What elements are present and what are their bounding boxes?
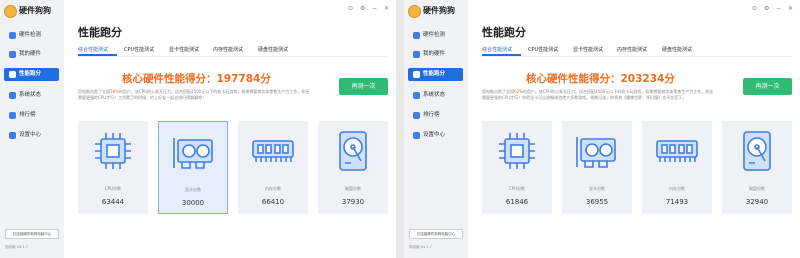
cpu-score-card[interactable]: CPU分数 63444 — [78, 121, 148, 214]
card-label: 显卡分数 — [185, 187, 201, 192]
gpu-icon — [576, 137, 616, 168]
user-icon[interactable]: ⊙ — [752, 5, 757, 13]
app-logo-icon — [4, 5, 17, 18]
gpu-score-card[interactable]: 显卡分数 30000 — [158, 121, 228, 214]
memory-score-card[interactable]: 内存分数 66410 — [238, 121, 308, 214]
hardware-detect-icon — [9, 32, 16, 39]
card-label: 磁盘分数 — [749, 186, 765, 191]
app-title: 硬件狗狗 — [19, 6, 51, 15]
card-label: 内存分数 — [669, 186, 685, 191]
benchmark-window-2: 硬件狗狗 硬件检测 我的硬件 性能跑分 系统状态 排行榜 设置中心 已连接硬件狗… — [404, 0, 800, 258]
close-icon[interactable]: ✕ — [384, 5, 389, 13]
card-label: 显卡分数 — [589, 186, 605, 191]
card-value: 63444 — [101, 198, 125, 206]
my-hardware-icon — [413, 51, 420, 58]
system-status-icon — [9, 92, 16, 99]
card-value: 36955 — [585, 198, 609, 206]
settings-gear-icon[interactable]: ⚙ — [360, 5, 365, 13]
page-title: 性能跑分 — [482, 26, 526, 39]
page-title: 性能跑分 — [78, 26, 122, 39]
tab-disk[interactable]: 硬盘性能测试 — [662, 46, 692, 53]
card-value: 37930 — [341, 198, 365, 206]
close-icon[interactable]: ✕ — [788, 5, 793, 13]
promo-banner[interactable]: 已连接硬件狗狗电脑中心 — [5, 229, 59, 239]
tab-overall[interactable]: 综合性能测试 — [78, 46, 108, 53]
system-status-icon — [413, 92, 420, 99]
hardware-detect-icon — [413, 32, 420, 39]
core-score: 核心硬件性能得分：203234分 — [526, 73, 675, 85]
settings-icon — [9, 132, 16, 139]
ranking-icon — [9, 112, 16, 119]
sidebar-item-ranking[interactable]: 排行榜 — [408, 109, 463, 122]
card-label: CPU分数 — [508, 186, 526, 191]
settings-gear-icon[interactable]: ⚙ — [764, 5, 769, 13]
sidebar-item-settings[interactable]: 设置中心 — [4, 129, 59, 142]
retest-button[interactable]: 再测一次 — [743, 78, 792, 95]
promo-banner[interactable]: 已连接硬件狗狗电脑中心 — [409, 229, 463, 239]
benchmark-icon — [9, 71, 16, 78]
version-label: 测试版 V4.1.7 — [5, 245, 28, 249]
ranking-icon — [413, 112, 420, 119]
benchmark-window-1: 硬件狗狗 硬件检测 我的硬件 性能跑分 系统状态 排行榜 设置中心 已连接硬件狗… — [0, 0, 396, 258]
disk-score-card[interactable]: 磁盘分数 37930 — [318, 121, 388, 214]
disk-icon — [743, 131, 771, 171]
tab-memory[interactable]: 内存性能测试 — [617, 46, 647, 53]
tab-gpu[interactable]: 显卡性能测试 — [169, 46, 199, 53]
card-value: 30000 — [181, 199, 205, 207]
memory-icon — [252, 140, 294, 162]
cpu-icon — [499, 133, 535, 169]
sidebar-item-system-status[interactable]: 系统状态 — [408, 89, 463, 102]
app-logo-icon — [408, 5, 421, 18]
memory-score-card[interactable]: 内存分数 71493 — [642, 121, 712, 214]
card-label: 磁盘分数 — [345, 186, 361, 191]
score-description: 您电脑击败了全国58%的用户。该CPU的公乘无压力。适合搭配2500元以下的软卡… — [78, 89, 310, 100]
disk-icon — [339, 131, 367, 171]
tab-cpu[interactable]: CPU性能测试 — [528, 46, 558, 53]
sidebar: 硬件狗狗 硬件检测 我的硬件 性能跑分 系统状态 排行榜 设置中心 已连接硬件狗… — [0, 0, 64, 258]
benchmark-icon — [413, 71, 420, 78]
sidebar-item-benchmark[interactable]: 性能跑分 — [408, 68, 463, 81]
sidebar: 硬件狗狗 硬件检测 我的硬件 性能跑分 系统状态 排行榜 设置中心 已连接硬件狗… — [404, 0, 468, 258]
sidebar-item-my-hardware[interactable]: 我的硬件 — [408, 48, 463, 61]
minimize-icon[interactable]: − — [776, 5, 781, 13]
sidebar-item-my-hardware[interactable]: 我的硬件 — [4, 48, 59, 61]
card-value: 61846 — [505, 198, 529, 206]
sidebar-item-ranking[interactable]: 排行榜 — [4, 109, 59, 122]
disk-score-card[interactable]: 磁盘分数 32940 — [722, 121, 792, 214]
cpu-icon — [95, 133, 131, 169]
gpu-icon — [173, 138, 213, 169]
tab-divider — [78, 56, 388, 57]
minimize-icon[interactable]: − — [372, 5, 377, 13]
card-value: 66410 — [261, 198, 285, 206]
tab-disk[interactable]: 硬盘性能测试 — [258, 46, 288, 53]
card-value: 71493 — [665, 198, 689, 206]
tab-memory[interactable]: 内存性能测试 — [213, 46, 243, 53]
score-description: 您电脑击败了全国62%的用户。该CPU的公乘无压力。适合搭配2500元以下的软卡… — [482, 89, 714, 100]
sidebar-item-hardware-detect[interactable]: 硬件检测 — [408, 29, 463, 42]
memory-icon — [656, 140, 698, 162]
card-value: 32940 — [745, 198, 769, 206]
cpu-score-card[interactable]: CPU分数 61846 — [482, 121, 552, 214]
my-hardware-icon — [9, 51, 16, 58]
sidebar-item-benchmark[interactable]: 性能跑分 — [4, 68, 59, 81]
tab-cpu[interactable]: CPU性能测试 — [124, 46, 154, 53]
sidebar-item-settings[interactable]: 设置中心 — [408, 129, 463, 142]
retest-button[interactable]: 再测一次 — [339, 78, 388, 95]
card-label: 内存分数 — [265, 186, 281, 191]
card-label: CPU分数 — [104, 186, 122, 191]
core-score: 核心硬件性能得分：197784分 — [122, 73, 271, 85]
gpu-score-card[interactable]: 显卡分数 36955 — [562, 121, 632, 214]
version-label: 测试版 V4.1.7 — [409, 245, 432, 249]
tab-gpu[interactable]: 显卡性能测试 — [573, 46, 603, 53]
sidebar-item-hardware-detect[interactable]: 硬件检测 — [4, 29, 59, 42]
tab-divider — [482, 56, 792, 57]
tab-overall[interactable]: 综合性能测试 — [482, 46, 512, 53]
sidebar-item-system-status[interactable]: 系统状态 — [4, 89, 59, 102]
app-title: 硬件狗狗 — [423, 6, 455, 15]
settings-icon — [413, 132, 420, 139]
user-icon[interactable]: ⊙ — [348, 5, 353, 13]
